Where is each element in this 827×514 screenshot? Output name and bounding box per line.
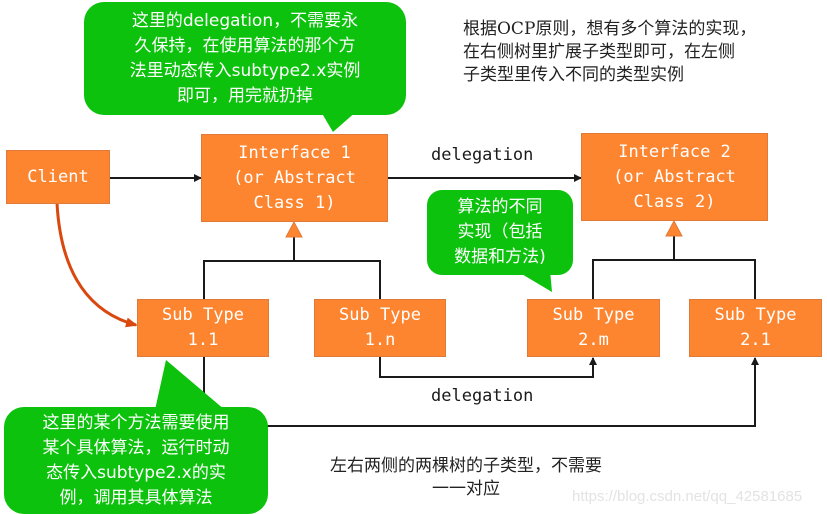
watermark: https://blog.csdn.net/qq_42581685 xyxy=(572,488,803,505)
note-bottom-line2: 一一对应 xyxy=(432,479,500,499)
interface1-box: Interface 1 (or Abstract Class 1) xyxy=(201,134,388,222)
subtype-1-1-line1: Sub Type xyxy=(162,305,244,325)
interface1-line2: (or Abstract xyxy=(233,167,356,188)
subtype-1-n-line2: 1.n xyxy=(364,330,396,350)
bubble-bottom-line2: 某个具体算法，运行时动 xyxy=(42,437,230,458)
note-bottom-line1: 左右两侧的两棵树的子类型，不需要 xyxy=(330,456,602,476)
bubble-middle-line2: 实现（包括 xyxy=(457,222,543,242)
subtype-1-1-line2: 1.1 xyxy=(187,330,219,350)
client-box: Client xyxy=(6,150,110,204)
inheritance-triangle-2 xyxy=(665,219,683,237)
subtype-2-1-line2: 2.1 xyxy=(740,330,771,350)
interface2-box: Interface 2 (or Abstract Class 2) xyxy=(581,133,768,221)
bubble-bottom: 这里的某个方法需要使用 某个具体算法，运行时动 态传入subtype2.x的实 … xyxy=(4,407,268,514)
subtype-2-m-line1: Sub Type xyxy=(552,305,635,325)
subtype-2-m-line2: 2.m xyxy=(578,330,609,350)
note-top-right-line3: 子类型里传入不同的类型实例 xyxy=(463,65,684,85)
subtype-1-n-box: Sub Type 1.n xyxy=(314,299,446,357)
subtype-1-1-box: Sub Type 1.1 xyxy=(137,299,269,357)
subtype-2-1-box: Sub Type 2.1 xyxy=(689,299,822,357)
bubble-top-line1: 这里的delegation，不需要永 xyxy=(131,10,359,31)
bubble-bottom-line4: 例，调用其具体算法 xyxy=(59,487,213,508)
subtype1n-to-subtype2m-arrow xyxy=(379,357,597,378)
left-inheritance-tree xyxy=(203,220,381,300)
delegation-label-bottom: delegation xyxy=(431,386,534,406)
note-bottom: 左右两侧的两棵树的子类型，不需要 一一对应 xyxy=(330,455,602,501)
bubble-bottom-line3: 态传入subtype2.x的实 xyxy=(46,462,226,483)
subtype-2-1-line1: Sub Type xyxy=(714,305,797,325)
interface1-line3: Class 1) xyxy=(253,192,336,213)
bubble-bottom-line1: 这里的某个方法需要使用 xyxy=(42,412,230,433)
note-top-right: 根据OCP原则，想有多个算法的实现， 在右侧树里扩展子类型即可，在左侧 子类型里… xyxy=(463,18,756,87)
interface2-line2: (or Abstract xyxy=(613,166,736,187)
bubble-middle-line1: 算法的不同 xyxy=(457,197,543,217)
note-top-right-line2: 在右侧树里扩展子类型即可，在左侧 xyxy=(463,42,735,62)
bubble-middle: 算法的不同 实现（包括 数据和方法) xyxy=(427,190,573,275)
bubble-top-line2: 久保持，在使用算法的那个方 xyxy=(134,35,356,56)
interface2-line1: Interface 2 xyxy=(618,141,731,162)
client-label: Client xyxy=(27,166,89,187)
subtype-2-m-box: Sub Type 2.m xyxy=(527,299,660,357)
bubble-top-line3: 法里动态传入subtype2.x实例 xyxy=(129,60,361,81)
bubble-top-line4: 即可，用完就扔掉 xyxy=(177,85,313,106)
bubble-middle-line3: 数据和方法) xyxy=(454,247,546,267)
note-top-right-line1: 根据OCP原则，想有多个算法的实现， xyxy=(463,19,757,39)
subtype-1-n-line1: Sub Type xyxy=(339,305,421,325)
interface2-line3: Class 2) xyxy=(633,191,716,212)
right-inheritance-tree xyxy=(592,219,756,300)
interface1-line1: Interface 1 xyxy=(238,142,351,163)
delegation-label-top: delegation xyxy=(431,145,534,165)
client-to-subtype11-arrow xyxy=(55,202,138,328)
inheritance-triangle-1 xyxy=(285,220,303,238)
bubble-top: 这里的delegation，不需要永 久保持，在使用算法的那个方 法里动态传入s… xyxy=(84,2,406,115)
